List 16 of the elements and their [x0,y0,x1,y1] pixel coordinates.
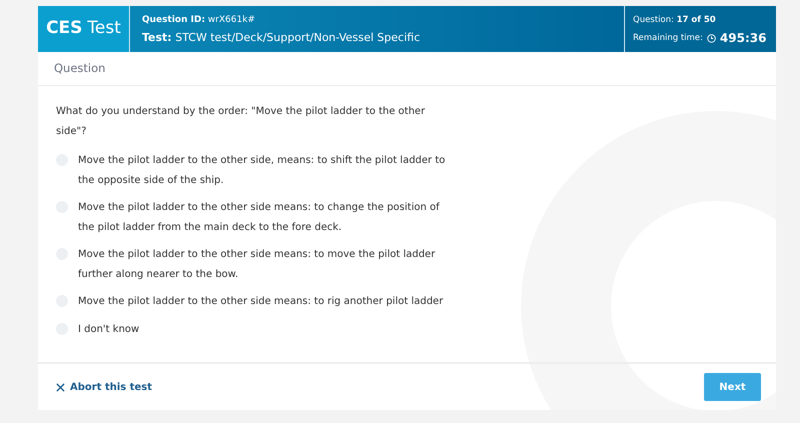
answer-option[interactable]: Move the pilot ladder to the other side means: to rig another pilot ladder [56,292,450,312]
section-title: Question [38,52,776,86]
answer-option[interactable]: I don't know [56,320,450,339]
close-icon [56,382,65,392]
remaining-time-value: 495:36 [720,30,766,47]
app-logo: CES Test [38,6,130,52]
question-id-text: Question ID: wrX661k# [142,14,256,27]
answer-option[interactable]: Move the pilot ladder to the other side means: to change the position of the pilot ladder from the main deck to the fore deck. [56,198,450,237]
answer-option[interactable]: Move the pilot ladder to the other side means: to move the pilot ladder further along nearer to the bow. [56,245,450,284]
clock-icon [706,34,716,42]
question-text: What do you understand by the order: "Move the pilot ladder to the other side"? [56,105,426,139]
abort-link[interactable]: Abort this test [56,380,152,394]
remaining-time-label: Remaining time: [633,32,703,45]
answer-option[interactable]: Move the pilot ladder to the other side, means: to shift the pilot ladder to the opposite side of the ship. [56,151,450,190]
question-progress-text: Question: 17 of 50 [633,14,717,27]
test-path-text: Test: STCW test/Deck/Support/Non-Vessel Specific [142,30,421,46]
